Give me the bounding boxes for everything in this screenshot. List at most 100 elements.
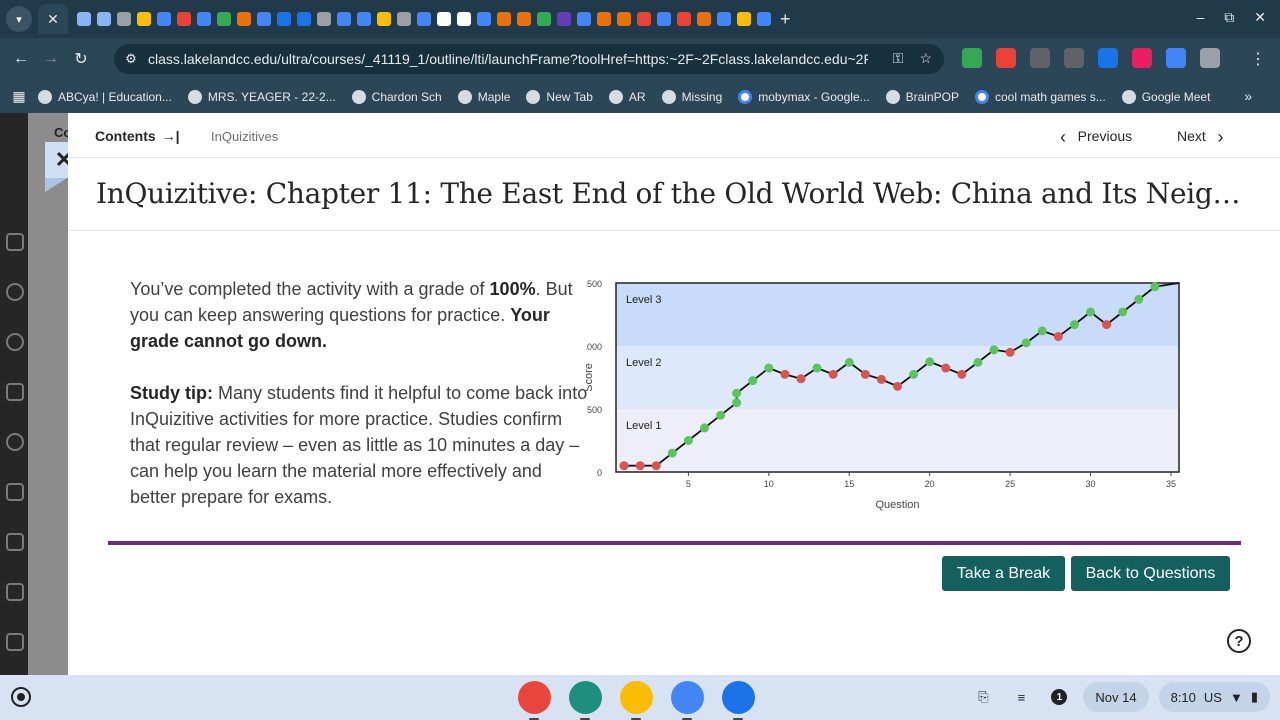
tab-favicon-icon[interactable]: [297, 12, 311, 26]
correct-answer-point[interactable]: [1086, 307, 1096, 317]
tab-favicon-icon[interactable]: [717, 12, 731, 26]
breadcrumb[interactable]: InQuizitives: [211, 129, 278, 144]
forward-arrow-icon[interactable]: →: [36, 50, 66, 68]
tab-favicon-icon[interactable]: [437, 12, 451, 26]
tab-favicon-icon[interactable]: [357, 12, 371, 26]
tab-favicon-icon[interactable]: [397, 12, 411, 26]
tab-favicon-icon[interactable]: [577, 12, 591, 26]
launcher-button[interactable]: [11, 687, 31, 707]
shelf-app-icon[interactable]: [671, 681, 704, 720]
bookmark-item[interactable]: AR: [608, 89, 646, 104]
extension-icon[interactable]: [1200, 48, 1220, 68]
tab-favicon-icon[interactable]: [677, 12, 691, 26]
tab-favicon-icon[interactable]: [157, 12, 171, 26]
password-key-icon[interactable]: ⚿: [893, 50, 904, 67]
tab-favicon-icon[interactable]: [77, 12, 91, 26]
site-info-icon[interactable]: ⚙: [114, 51, 148, 67]
tab-favicon-icon[interactable]: [497, 12, 511, 26]
bookmark-item[interactable]: mobymax - Google...: [738, 89, 870, 104]
correct-answer-point[interactable]: [812, 363, 822, 373]
incorrect-answer-point[interactable]: [828, 369, 838, 379]
bookmark-item[interactable]: Google Meet: [1121, 89, 1210, 104]
tab-favicon-icon[interactable]: [337, 12, 351, 26]
tab-favicon-icon[interactable]: [657, 12, 671, 26]
correct-answer-point[interactable]: [1021, 338, 1031, 348]
tab-favicon-icon[interactable]: [377, 12, 391, 26]
tab-favicon-icon[interactable]: [477, 12, 491, 26]
messages-icon[interactable]: [6, 533, 24, 551]
screenshot-icon[interactable]: ⎘: [969, 683, 997, 711]
shelf-app-icon[interactable]: [518, 681, 551, 720]
incorrect-answer-point[interactable]: [893, 381, 902, 391]
incorrect-answer-point[interactable]: [1053, 332, 1063, 342]
correct-answer-point[interactable]: [764, 363, 774, 373]
tab-favicon-icon[interactable]: [137, 12, 151, 26]
tab-favicon-icon[interactable]: [557, 12, 571, 26]
tab-favicon-icon[interactable]: [617, 12, 631, 26]
tab-favicon-icon[interactable]: [417, 12, 431, 26]
correct-answer-point[interactable]: [683, 436, 693, 445]
minimize-icon[interactable]: –: [1196, 9, 1204, 26]
status-tray[interactable]: 8:10 US ▼ ▮: [1158, 682, 1270, 712]
bookmark-item[interactable]: ABCya! | Education...: [38, 89, 172, 104]
correct-answer-point[interactable]: [1069, 320, 1079, 330]
tab-favicon-icon[interactable]: [177, 12, 191, 26]
back-arrow-icon[interactable]: ←: [6, 50, 36, 68]
notifications-button[interactable]: 1: [1045, 683, 1073, 711]
correct-answer-point[interactable]: [667, 448, 677, 458]
tab-favicon-icon[interactable]: [537, 12, 551, 26]
help-icon[interactable]: ?: [1227, 629, 1251, 653]
bookmark-item[interactable]: cool math games s...: [974, 89, 1106, 104]
tab-favicon-icon[interactable]: [257, 12, 271, 26]
tab-favicon-icon[interactable]: [637, 12, 651, 26]
shelf-app-icon[interactable]: [620, 681, 653, 720]
courses-icon[interactable]: [6, 383, 24, 401]
bookmark-item[interactable]: New Tab: [526, 89, 593, 104]
profile-icon[interactable]: [6, 283, 24, 301]
incorrect-answer-point[interactable]: [796, 374, 806, 384]
incorrect-answer-point[interactable]: [941, 363, 951, 373]
bookmark-item[interactable]: Chardon Sch: [351, 89, 442, 104]
next-button[interactable]: Next ›: [1177, 127, 1223, 148]
correct-answer-point[interactable]: [748, 376, 758, 386]
extension-icon[interactable]: [1098, 48, 1118, 68]
date-tray[interactable]: Nov 14: [1083, 682, 1149, 712]
reload-icon[interactable]: ↻: [66, 49, 96, 69]
tab-favicon-icon[interactable]: [117, 12, 131, 26]
incorrect-answer-point[interactable]: [876, 374, 886, 384]
close-window-icon[interactable]: ✕: [1254, 9, 1266, 26]
extension-icon[interactable]: [996, 48, 1016, 68]
correct-answer-point[interactable]: [1037, 326, 1047, 336]
incorrect-answer-point[interactable]: [957, 369, 967, 379]
tab-favicon-icon[interactable]: [697, 12, 711, 26]
correct-answer-point[interactable]: [732, 398, 742, 408]
tab-favicon-icon[interactable]: [597, 12, 611, 26]
tab-favicon-icon[interactable]: [237, 12, 251, 26]
activity-icon[interactable]: [6, 333, 24, 351]
incorrect-answer-point[interactable]: [651, 461, 661, 471]
extension-icon[interactable]: [1064, 48, 1084, 68]
shelf-app-icon[interactable]: [569, 681, 602, 720]
correct-answer-point[interactable]: [989, 345, 999, 355]
correct-answer-point[interactable]: [925, 357, 935, 367]
tab-favicon-icon[interactable]: [97, 12, 111, 26]
correct-answer-point[interactable]: [732, 388, 742, 398]
extension-icon[interactable]: [962, 48, 982, 68]
grades-icon[interactable]: [6, 583, 24, 601]
correct-answer-point[interactable]: [909, 369, 919, 379]
correct-answer-point[interactable]: [699, 423, 709, 433]
extension-icon[interactable]: [1166, 48, 1186, 68]
calendar-icon[interactable]: [6, 483, 24, 501]
incorrect-answer-point[interactable]: [619, 461, 629, 471]
incorrect-answer-point[interactable]: [860, 369, 870, 379]
bookmark-item[interactable]: BrainPOP: [885, 89, 959, 104]
tab-favicon-icon[interactable]: [317, 12, 331, 26]
tab-favicon-icon[interactable]: [197, 12, 211, 26]
incorrect-answer-point[interactable]: [1005, 347, 1015, 357]
correct-answer-point[interactable]: [1150, 282, 1160, 292]
correct-answer-point[interactable]: [973, 357, 983, 367]
contents-button[interactable]: Contents →|: [95, 128, 180, 144]
bookmark-star-icon[interactable]: ☆: [919, 50, 932, 67]
back-to-questions-button[interactable]: Back to Questions: [1071, 556, 1230, 591]
url-text[interactable]: class.lakelandcc.edu/ultra/courses/_4111…: [148, 51, 868, 67]
